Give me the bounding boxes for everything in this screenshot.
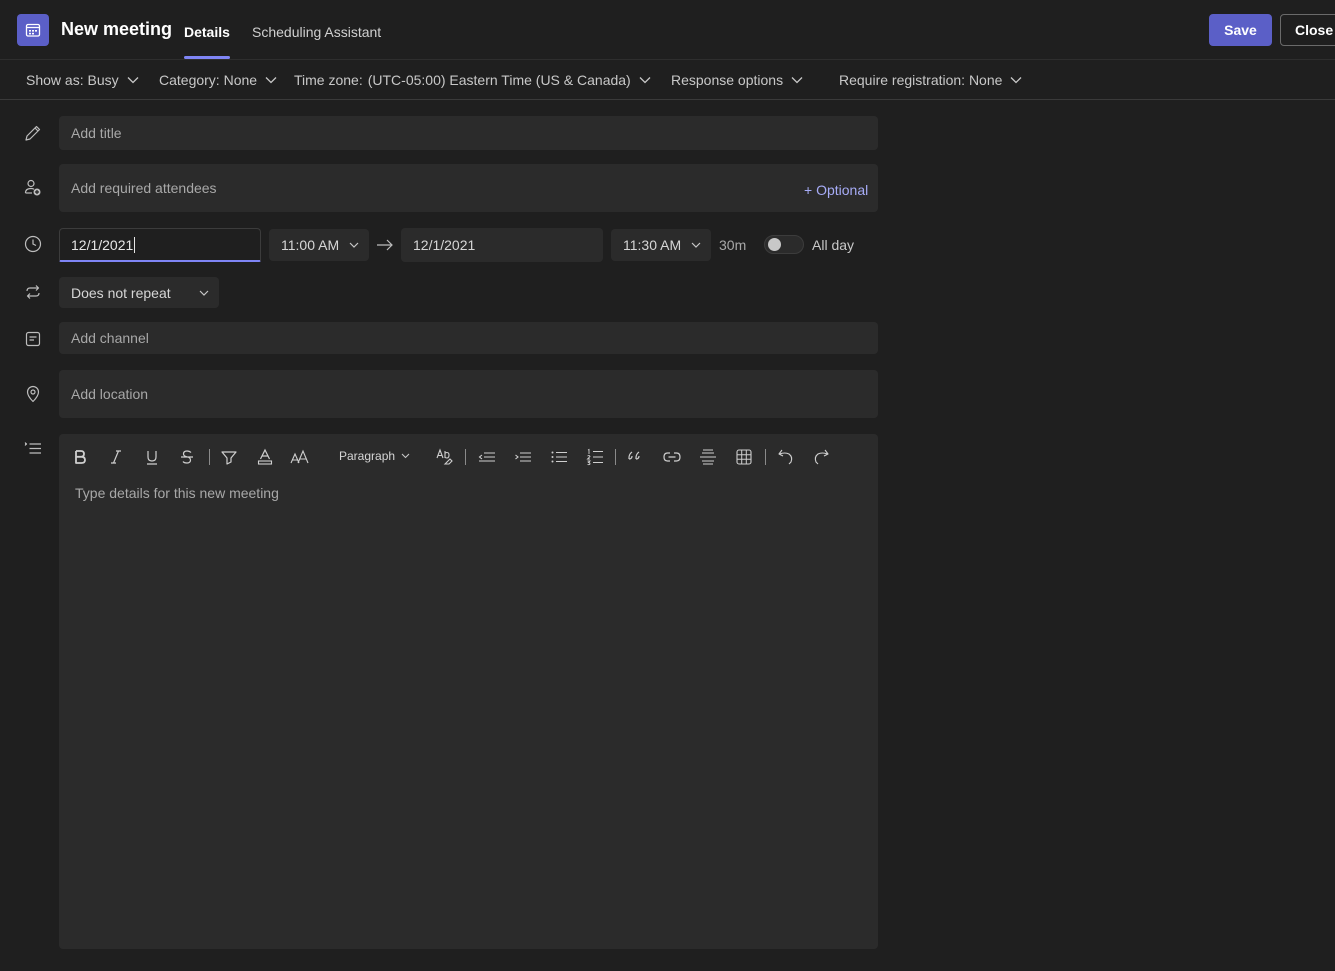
end-time-value: 11:30 AM [623, 237, 682, 253]
category-label: Category: None [159, 72, 258, 88]
end-date-value: 12/1/2021 [413, 237, 476, 253]
editor-placeholder: Type details for this new meeting [75, 485, 279, 501]
toolbar-divider [209, 449, 210, 465]
add-person-icon [23, 178, 43, 198]
details-list-icon [23, 440, 43, 460]
redo-icon[interactable] [811, 447, 831, 467]
chevron-down-icon [265, 77, 277, 84]
calendar-icon [17, 14, 49, 46]
location-placeholder: Add location [71, 386, 149, 402]
repeat-icon [23, 282, 43, 302]
bulleted-list-icon[interactable] [549, 447, 569, 467]
table-icon[interactable] [734, 447, 754, 467]
chevron-down-icon [401, 453, 410, 459]
title-input[interactable]: Add title [59, 116, 878, 150]
channel-icon [23, 329, 43, 349]
undo-icon[interactable] [776, 447, 796, 467]
clear-formatting-icon[interactable] [435, 447, 455, 467]
timezone-dropdown[interactable]: Time zone: (UTC-05:00) Eastern Time (US … [294, 72, 651, 88]
all-day-label: All day [812, 237, 855, 253]
chevron-down-icon [791, 77, 803, 84]
link-icon[interactable] [662, 447, 682, 467]
attendees-placeholder: Add required attendees [71, 180, 217, 196]
tab-details[interactable]: Details [184, 24, 230, 40]
save-button[interactable]: Save [1209, 14, 1272, 46]
location-pin-icon [23, 384, 43, 404]
start-date-input[interactable]: 12/1/2021 [59, 228, 261, 262]
quote-icon[interactable] [625, 447, 645, 467]
response-options-label: Response options [671, 72, 784, 88]
repeat-value: Does not repeat [71, 284, 171, 301]
start-time-select[interactable]: 11:00 AM [269, 229, 369, 261]
end-date-input[interactable]: 12/1/2021 [401, 228, 603, 262]
decrease-indent-icon[interactable] [477, 447, 497, 467]
require-registration-dropdown[interactable]: Require registration: None [839, 72, 1022, 88]
text-cursor [134, 236, 136, 253]
arrow-right-icon [376, 238, 394, 252]
font-size-icon[interactable] [290, 447, 310, 467]
highlight-icon[interactable] [219, 447, 239, 467]
toggle-knob [768, 238, 781, 251]
toolbar-divider [765, 449, 766, 465]
show-as-label: Show as: Busy [26, 72, 119, 88]
page-title: New meeting [61, 19, 173, 39]
strikethrough-icon[interactable] [177, 447, 197, 467]
meeting-options-bar: Show as: Busy Category: None Time zone: … [0, 60, 1335, 100]
require-registration-label: Require registration: None [839, 72, 1003, 88]
chevron-down-icon [127, 77, 139, 84]
all-day-toggle[interactable] [764, 235, 804, 254]
font-color-icon[interactable] [255, 447, 275, 467]
chevron-down-icon [691, 242, 701, 248]
channel-input[interactable]: Add channel [59, 322, 878, 354]
details-editor[interactable]: Paragraph Type details for this new meet… [59, 434, 878, 949]
show-as-dropdown[interactable]: Show as: Busy [26, 72, 139, 88]
increase-indent-icon[interactable] [513, 447, 533, 467]
paragraph-style-value: Paragraph [339, 449, 396, 463]
active-tab-indicator [184, 56, 230, 59]
header-bar: New meeting Details Scheduling Assistant… [0, 0, 1335, 60]
attendees-input[interactable]: Add required attendees [59, 164, 878, 212]
start-time-value: 11:00 AM [281, 237, 340, 253]
timezone-value: (UTC-05:00) Eastern Time (US & Canada) [367, 72, 631, 88]
location-input[interactable]: Add location [59, 370, 878, 418]
duration-label: 30m [719, 237, 747, 253]
repeat-select[interactable]: Does not repeat [59, 277, 219, 308]
numbered-list-icon[interactable] [585, 447, 605, 467]
channel-placeholder: Add channel [71, 330, 149, 346]
response-options-dropdown[interactable]: Response options [671, 72, 803, 88]
timezone-label: Time zone: [294, 72, 363, 88]
chevron-down-icon [349, 242, 359, 248]
close-button[interactable]: Close [1280, 14, 1335, 46]
horizontal-rule-icon[interactable] [698, 447, 718, 467]
chevron-down-icon [199, 290, 209, 296]
end-time-select[interactable]: 11:30 AM [611, 229, 711, 261]
italic-icon[interactable] [106, 447, 126, 467]
title-placeholder: Add title [71, 125, 122, 141]
chevron-down-icon [639, 77, 651, 84]
bold-icon[interactable] [70, 447, 90, 467]
optional-attendees-link[interactable]: + Optional [804, 182, 868, 198]
toolbar-divider [615, 449, 616, 465]
underline-icon[interactable] [142, 447, 162, 467]
category-dropdown[interactable]: Category: None [159, 72, 277, 88]
paragraph-style-select[interactable]: Paragraph [339, 449, 410, 463]
clock-icon [23, 234, 43, 254]
pencil-icon [23, 123, 43, 143]
toolbar-divider [465, 449, 466, 465]
start-date-value: 12/1/2021 [71, 236, 134, 253]
tab-scheduling-assistant[interactable]: Scheduling Assistant [252, 24, 381, 40]
chevron-down-icon [1010, 77, 1022, 84]
